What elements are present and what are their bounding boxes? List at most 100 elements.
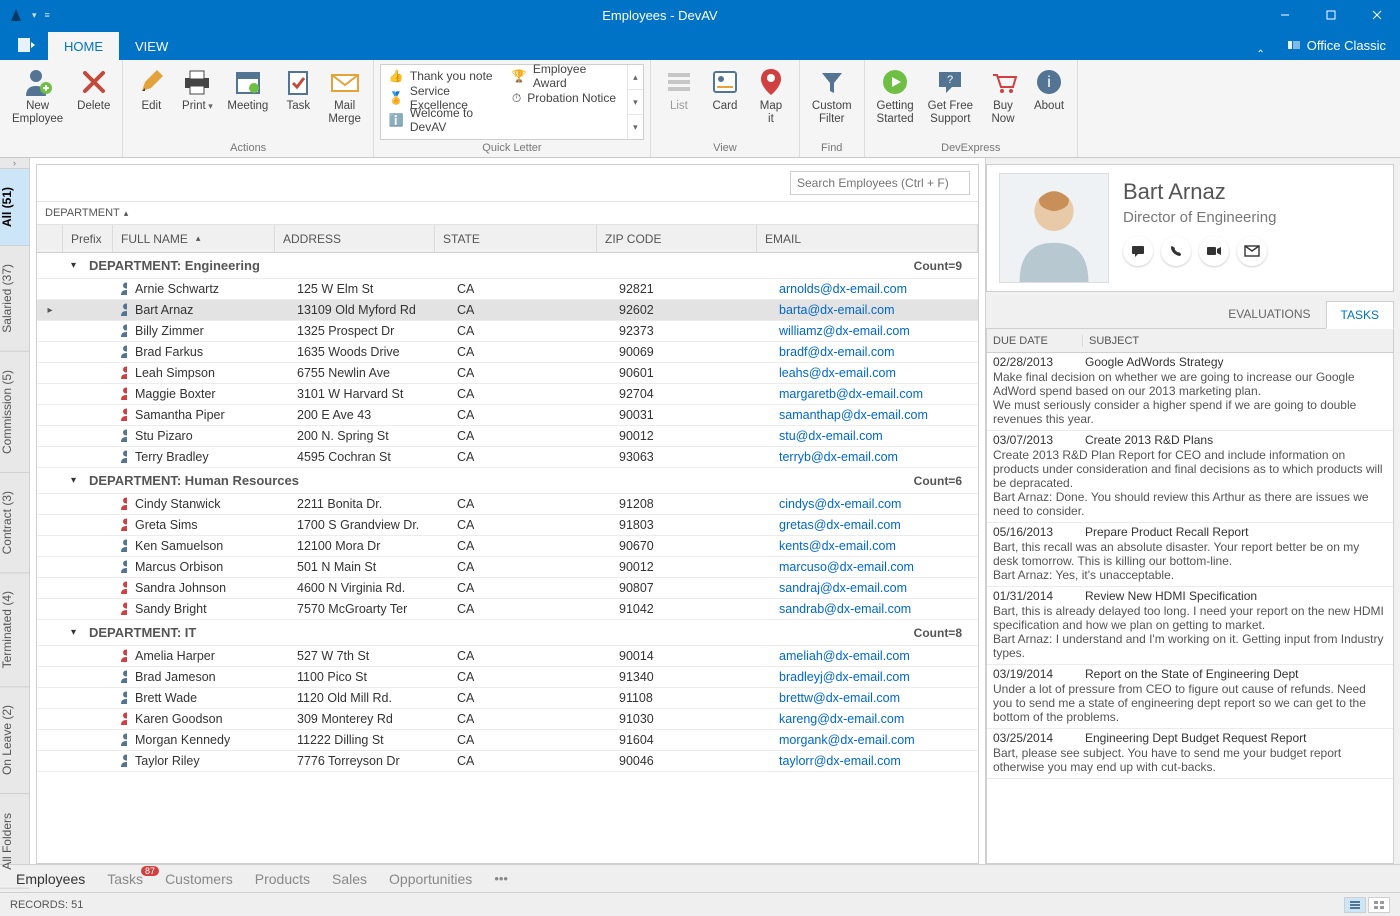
sidebar-item[interactable]: Terminated (4) <box>0 573 29 687</box>
col-state[interactable]: STATE <box>435 225 597 252</box>
table-row[interactable]: Sandra Johnson4600 N Virginia Rd.CA90807… <box>37 578 978 599</box>
close-button[interactable] <box>1354 0 1400 30</box>
nav-item[interactable]: Opportunities <box>389 871 472 887</box>
tab-view[interactable]: VIEW <box>119 32 184 60</box>
sidebar-item[interactable]: Commission (5) <box>0 352 29 473</box>
col-full-name[interactable]: FULL NAME <box>113 225 275 252</box>
col-address[interactable]: ADDRESS <box>275 225 435 252</box>
meeting-button[interactable]: Meeting <box>221 64 274 115</box>
table-row[interactable]: Cindy Stanwick2211 Bonita Dr.CA91208cind… <box>37 494 978 515</box>
sidebar-item[interactable]: Contract (3) <box>0 473 29 573</box>
nav-item[interactable]: Customers <box>165 871 233 887</box>
task-col-due-date[interactable]: DUE DATE <box>987 335 1083 347</box>
info-circle-icon: i <box>1033 66 1065 98</box>
nav-item[interactable]: Employees <box>16 871 85 887</box>
group-by-chip[interactable]: DEPARTMENT <box>45 207 128 219</box>
user-plus-icon <box>22 66 54 98</box>
task-col-subject[interactable]: SUBJECT <box>1083 335 1393 347</box>
table-row[interactable]: Brad Farkus1635 Woods DriveCA90069bradf@… <box>37 342 978 363</box>
table-row[interactable]: Samantha Piper200 E Ave 43CA90031samanth… <box>37 405 978 426</box>
email-button[interactable] <box>1237 236 1267 266</box>
view-map-button[interactable]: Mapit <box>749 64 793 128</box>
map-pin-icon <box>755 66 787 98</box>
task-item[interactable]: 03/19/2014Report on the State of Enginee… <box>987 665 1393 729</box>
mail-merge-button[interactable]: MailMerge <box>322 64 367 128</box>
task-button[interactable]: Task <box>276 64 320 115</box>
table-row[interactable]: Marcus Orbison501 N Main StCA90012marcus… <box>37 557 978 578</box>
view-mode-card[interactable] <box>1368 897 1390 913</box>
table-row[interactable]: Sandy Bright7570 McGroarty TerCA91042san… <box>37 599 978 620</box>
window-title: Employees - DevAV <box>58 8 1262 23</box>
call-button[interactable] <box>1161 236 1191 266</box>
getting-started-button[interactable]: GettingStarted <box>871 64 920 128</box>
nav-item[interactable]: Sales <box>332 871 367 887</box>
table-row[interactable]: Ken Samuelson12100 Mora DrCA90670kents@d… <box>37 536 978 557</box>
task-item[interactable]: 02/28/2013Google AdWords StrategyMake fi… <box>987 353 1393 431</box>
nav-item[interactable]: Products <box>255 871 310 887</box>
delete-button[interactable]: Delete <box>71 64 116 115</box>
table-row[interactable]: Brad Jameson1100 Pico StCA91340bradleyj@… <box>37 667 978 688</box>
custom-filter-button[interactable]: CustomFilter <box>806 64 858 128</box>
table-row[interactable]: Arnie Schwartz125 W Elm StCA92821arnolds… <box>37 279 978 300</box>
table-row[interactable]: Karen Goodson309 Monterey RdCA91030karen… <box>37 709 978 730</box>
search-input[interactable] <box>790 171 970 195</box>
group-quickletter-label: Quick Letter <box>380 140 644 157</box>
sidebar-item[interactable]: All (51) <box>0 169 29 246</box>
edit-button[interactable]: Edit <box>129 64 173 115</box>
tab-tasks[interactable]: TASKS <box>1326 301 1394 329</box>
tab-home[interactable]: HOME <box>48 32 119 60</box>
print-button[interactable]: Print <box>175 64 219 115</box>
tab-evaluations[interactable]: EVALUATIONS <box>1213 300 1325 328</box>
play-icon <box>879 66 911 98</box>
task-item[interactable]: 01/31/2014Review New HDMI SpecificationB… <box>987 587 1393 665</box>
ql-probation[interactable]: ⏱Probation Notice <box>504 87 627 109</box>
sidebar-expand-button[interactable]: › <box>0 158 29 169</box>
message-button[interactable] <box>1123 236 1153 266</box>
employee-avatar <box>999 173 1109 283</box>
mail-merge-icon <box>329 66 361 98</box>
quick-letter-gallery[interactable]: 👍Thank you note 🏅Service Excellence ℹ️We… <box>380 64 644 140</box>
buy-now-button[interactable]: BuyNow <box>981 64 1025 128</box>
sidebar-item[interactable]: Salaried (37) <box>0 246 29 352</box>
nav-item[interactable]: Tasks87 <box>107 871 143 887</box>
view-mode-list[interactable] <box>1344 897 1366 913</box>
group-row[interactable]: ▾DEPARTMENT: ITCount=8 <box>37 620 978 646</box>
group-row[interactable]: ▾DEPARTMENT: Human ResourcesCount=6 <box>37 468 978 494</box>
theme-selector[interactable]: Office Classic <box>1273 30 1400 60</box>
table-row[interactable]: Amelia Harper527 W 7th StCA90014ameliah@… <box>37 646 978 667</box>
col-zip[interactable]: ZIP CODE <box>597 225 757 252</box>
qat-dropdown-icon[interactable]: ▾ <box>32 10 37 21</box>
table-row[interactable]: Maggie Boxter3101 W Harvard StCA92704mar… <box>37 384 978 405</box>
task-item[interactable]: 03/07/2013Create 2013 R&D PlansCreate 20… <box>987 431 1393 523</box>
sidebar-item[interactable]: On Leave (2) <box>0 687 29 794</box>
ql-scroll-buttons[interactable]: ▴▾▾ <box>627 65 643 139</box>
table-row[interactable]: Stu Pizaro200 N. Spring StCA90012stu@dx-… <box>37 426 978 447</box>
group-row[interactable]: ▾DEPARTMENT: EngineeringCount=9 <box>37 253 978 279</box>
about-button[interactable]: i About <box>1027 64 1071 115</box>
qat-overflow-icon[interactable]: ≡ <box>45 10 50 20</box>
col-prefix[interactable]: Prefix <box>63 225 113 252</box>
table-row[interactable]: Brett Wade1120 Old Mill Rd.CA91108brettw… <box>37 688 978 709</box>
ql-welcome[interactable]: ℹ️Welcome to DevAV <box>381 109 504 131</box>
file-menu-button[interactable] <box>6 30 48 60</box>
ql-employee-award[interactable]: 🏆Employee Award <box>504 65 627 87</box>
minimize-button[interactable] <box>1262 0 1308 30</box>
nav-overflow[interactable]: ••• <box>494 871 508 886</box>
table-row[interactable]: Billy Zimmer1325 Prospect DrCA92373willi… <box>37 321 978 342</box>
table-row[interactable]: ▸Bart Arnaz13109 Old Myford RdCA92602bar… <box>37 300 978 321</box>
get-free-support-button[interactable]: ? Get FreeSupport <box>922 64 979 128</box>
table-row[interactable]: Terry Bradley4595 Cochran StCA93063terry… <box>37 447 978 468</box>
view-card-button[interactable]: Card <box>703 64 747 115</box>
table-row[interactable]: Leah Simpson6755 Newlin AveCA90601leahs@… <box>37 363 978 384</box>
task-item[interactable]: 05/16/2013Prepare Product Recall ReportB… <box>987 523 1393 587</box>
ribbon-collapse-icon[interactable]: ⌃ <box>1248 49 1272 60</box>
table-row[interactable]: Greta Sims1700 S Grandview Dr.CA91803gre… <box>37 515 978 536</box>
video-button[interactable] <box>1199 236 1229 266</box>
table-row[interactable]: Taylor Riley7776 Torreyson DrCA90046tayl… <box>37 751 978 772</box>
task-item[interactable]: 03/25/2014Engineering Dept Budget Reques… <box>987 729 1393 779</box>
col-email[interactable]: EMAIL <box>757 225 978 252</box>
view-list-button[interactable]: List <box>657 64 701 115</box>
new-employee-button[interactable]: NewEmployee <box>6 64 69 128</box>
table-row[interactable]: Morgan Kennedy11222 Dilling StCA91604mor… <box>37 730 978 751</box>
maximize-button[interactable] <box>1308 0 1354 30</box>
